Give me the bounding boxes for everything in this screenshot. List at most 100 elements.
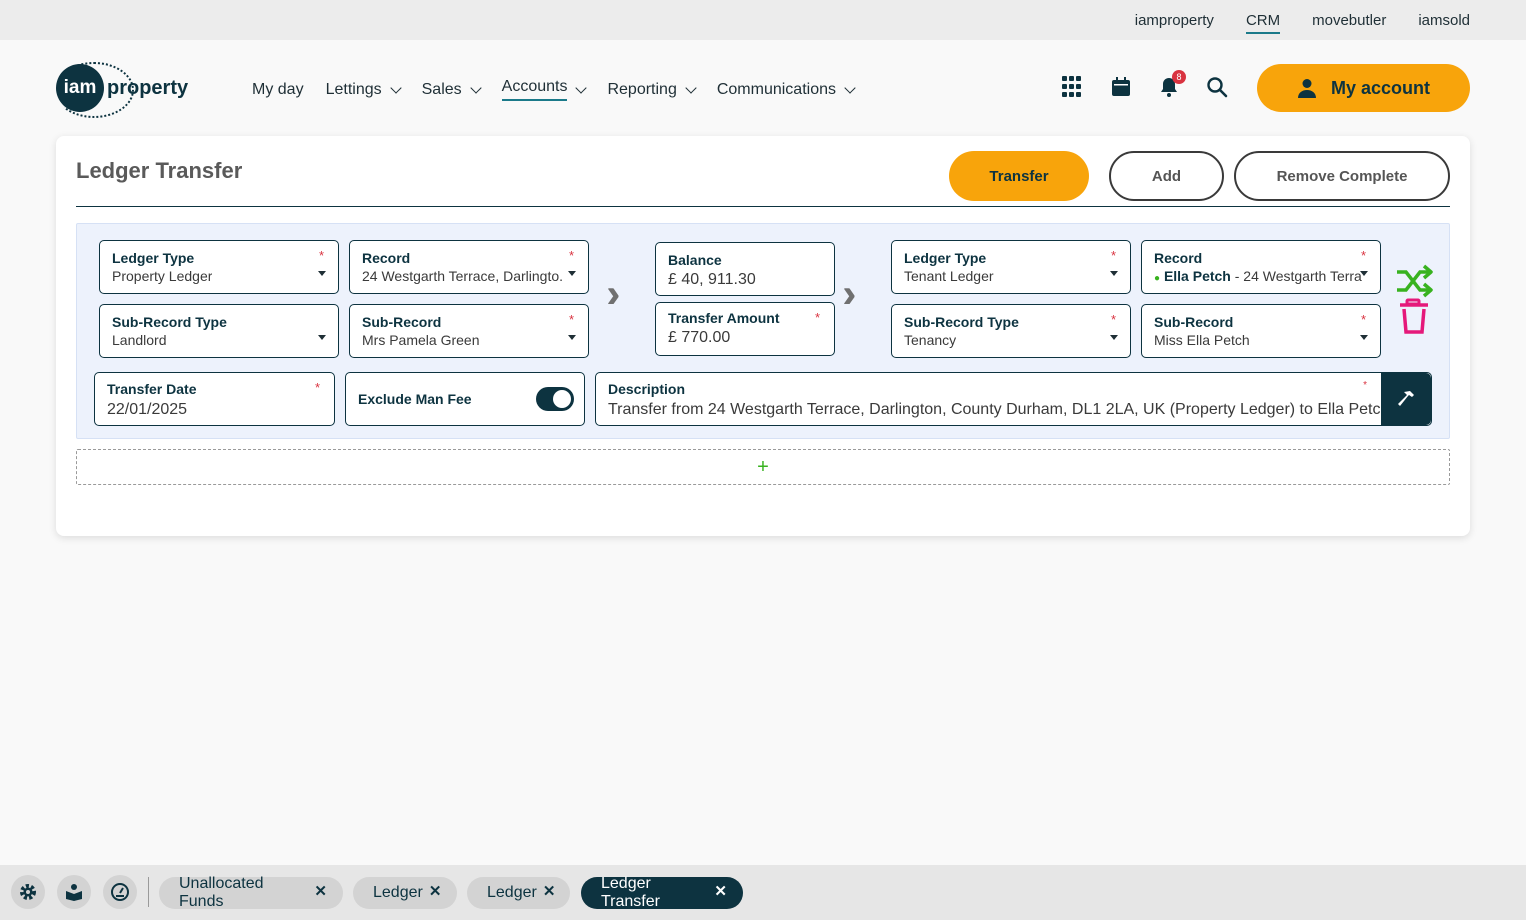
header-icons: 8 [1062, 70, 1228, 98]
search-icon[interactable] [1206, 76, 1228, 98]
field-label: Balance [668, 252, 722, 268]
notification-count-badge: 8 [1172, 70, 1186, 84]
field-value: 24 Westgarth Terrace, Darlingto... [362, 268, 562, 284]
required-marker: * [814, 310, 820, 325]
nav-lettings[interactable]: Lettings [326, 78, 402, 101]
required-marker: * [1360, 312, 1366, 327]
source-record-select[interactable]: Record * 24 Westgarth Terrace, Darlingto… [349, 240, 589, 294]
link-iamsold[interactable]: iamsold [1418, 12, 1470, 29]
transfer-date-input[interactable]: Transfer Date * 22/01/2025 [94, 372, 335, 426]
link-iamproperty[interactable]: iamproperty [1135, 12, 1214, 29]
nav-sales[interactable]: Sales [422, 78, 482, 101]
required-marker: * [1363, 380, 1367, 391]
dashboard-gauge-icon[interactable] [103, 875, 137, 909]
close-icon[interactable]: ✕ [314, 882, 327, 900]
source-subrecord-type-select[interactable]: Sub-Record Type Landlord [99, 304, 339, 358]
chevron-down-icon [469, 81, 482, 94]
bottom-tab-bar: Unallocated Funds ✕ Ledger ✕ Ledger ✕ Ledge… [0, 865, 1526, 920]
field-label: Record [362, 250, 411, 266]
field-value: £ 40, 911.30 [668, 271, 756, 288]
target-subrecord-type-select[interactable]: Sub-Record Type * Tenancy [891, 304, 1131, 358]
transfer-button[interactable]: Transfer [949, 151, 1089, 201]
link-movebutler[interactable]: movebutler [1312, 12, 1386, 29]
my-account-label: My account [1330, 77, 1431, 98]
required-marker: * [314, 380, 320, 395]
exclude-man-fee-toggle[interactable] [536, 387, 574, 411]
caret-down-icon [568, 335, 576, 340]
balance-field: Balance £ 40, 911.30 [655, 242, 835, 296]
divider [148, 877, 149, 907]
chevron-down-icon [389, 81, 402, 94]
reading-user-icon[interactable] [57, 875, 91, 909]
field-label: Ledger Type [904, 250, 987, 266]
close-icon[interactable]: ✕ [543, 882, 556, 900]
required-marker: * [568, 248, 574, 263]
bell-icon[interactable]: 8 [1158, 70, 1186, 98]
field-label: Sub-Record [1154, 314, 1234, 330]
logo-circle: iam [56, 64, 104, 112]
top-bar: iamproperty CRM movebutler iamsold [0, 0, 1526, 40]
required-marker: * [1360, 248, 1366, 263]
target-record-select[interactable]: Record * ● Ella Petch - 24 Westgarth Ter… [1141, 240, 1381, 294]
field-label: Ledger Type [112, 250, 195, 266]
calendar-icon[interactable] [1110, 76, 1132, 98]
transfer-row-panel: Ledger Type * Property Ledger Record * 2… [76, 223, 1450, 439]
settings-gear-icon[interactable] [11, 875, 45, 909]
page-title: Ledger Transfer [76, 158, 243, 183]
field-label: Record [1154, 250, 1203, 266]
target-subrecord-select[interactable]: Sub-Record * Miss Ella Petch [1141, 304, 1381, 358]
field-value: £ 770.00 [668, 329, 731, 346]
remove-complete-button[interactable]: Remove Complete [1234, 151, 1450, 201]
source-subrecord-select[interactable]: Sub-Record * Mrs Pamela Green [349, 304, 589, 358]
nav-accounts[interactable]: Accounts [501, 78, 588, 101]
target-ledger-type-select[interactable]: Ledger Type * Tenant Ledger [891, 240, 1131, 294]
transfer-amount-input[interactable]: Transfer Amount * £ 770.00 [655, 302, 835, 356]
shuffle-icon[interactable] [1395, 264, 1435, 298]
field-value: Property Ledger [112, 268, 213, 284]
caret-down-icon [1110, 271, 1118, 276]
required-marker: * [318, 248, 324, 263]
field-label: Exclude Man Fee [358, 391, 472, 407]
field-label: Sub-Record Type [112, 314, 227, 330]
tab-ledger[interactable]: Ledger ✕ [467, 877, 570, 909]
chevron-down-icon [844, 81, 856, 94]
ledger-transfer-card: Ledger Transfer Transfer Add Remove Comp… [56, 136, 1470, 536]
required-marker: * [568, 312, 574, 327]
my-account-button[interactable]: My account [1257, 64, 1470, 112]
logo[interactable]: iam property [54, 62, 188, 118]
field-value: 22/01/2025 [107, 401, 188, 418]
caret-down-icon [568, 271, 576, 276]
chevron-down-icon [685, 81, 697, 94]
field-value: Tenancy [904, 332, 957, 348]
tab-unallocated-funds[interactable]: Unallocated Funds ✕ [159, 875, 343, 910]
required-marker: * [1110, 312, 1116, 327]
delete-icon[interactable] [1397, 298, 1431, 336]
field-value: Miss Ella Petch [1154, 332, 1250, 348]
field-label: Sub-Record Type [904, 314, 1019, 330]
hammer-icon[interactable] [1381, 373, 1431, 425]
required-marker: * [1110, 248, 1116, 263]
nav-my-day[interactable]: My day [252, 78, 304, 101]
close-icon[interactable]: ✕ [429, 882, 442, 900]
source-ledger-type-select[interactable]: Ledger Type * Property Ledger [99, 240, 339, 294]
caret-down-icon [318, 335, 326, 340]
close-icon[interactable]: ✕ [714, 882, 727, 900]
tab-ledger-transfer[interactable]: Ledger Transfer ✕ [581, 875, 743, 910]
link-crm[interactable]: CRM [1245, 12, 1281, 34]
tab-ledger[interactable]: Ledger ✕ [353, 877, 457, 909]
field-label: Sub-Record [362, 314, 442, 330]
description-input[interactable]: Description * Transfer from 24 Westgarth… [595, 372, 1432, 426]
field-value: ● Ella Petch - 24 Westgarth Terrace [1154, 268, 1362, 284]
exclude-man-fee-field: Exclude Man Fee [345, 372, 585, 426]
add-row-area[interactable]: + [76, 449, 1450, 485]
caret-down-icon [1110, 335, 1118, 340]
add-button[interactable]: Add [1109, 151, 1224, 201]
apps-grid-icon[interactable] [1062, 76, 1084, 98]
title-divider [76, 206, 1450, 207]
product-links: iamproperty CRM movebutler iamsold [1135, 0, 1470, 40]
main-nav: My day Lettings Sales Accounts Reporting… [252, 78, 856, 101]
caret-down-icon [1360, 335, 1368, 340]
nav-reporting[interactable]: Reporting [607, 78, 697, 101]
nav-communications[interactable]: Communications [717, 78, 856, 101]
field-label: Description [608, 381, 686, 397]
